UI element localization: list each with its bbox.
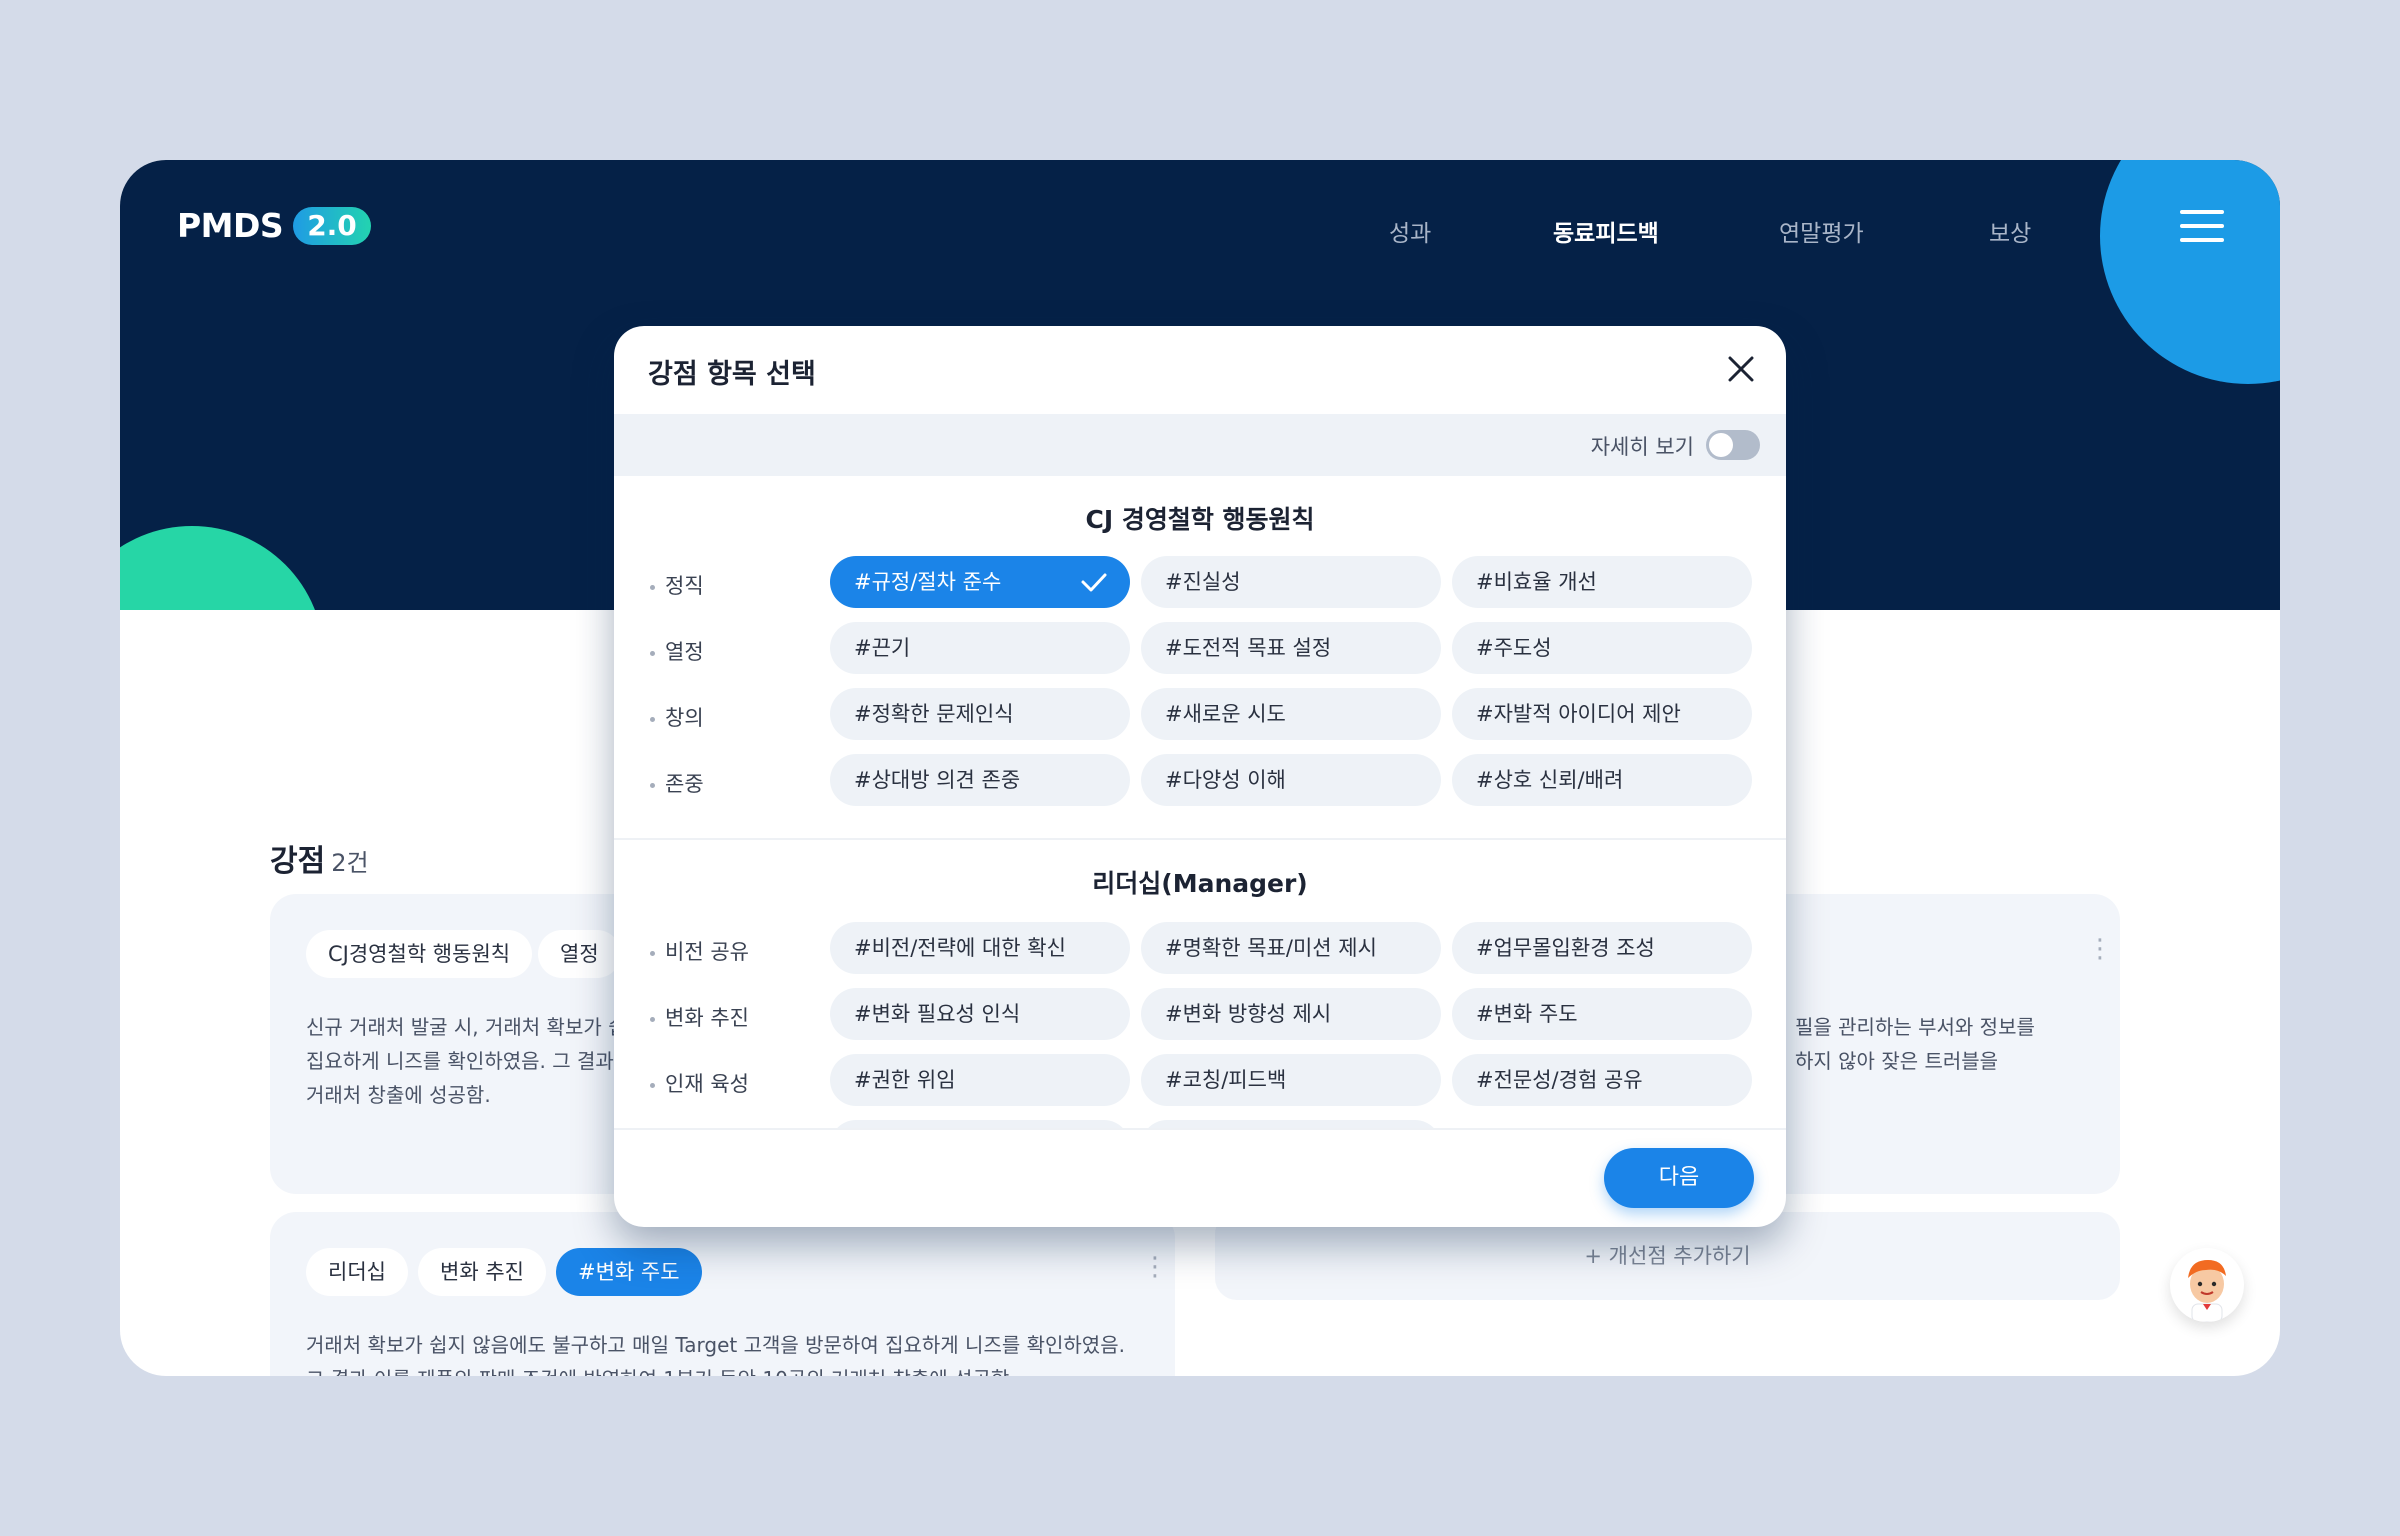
row-label: 인재 육성 (650, 1068, 749, 1098)
close-icon[interactable] (1724, 352, 1758, 386)
logo-text: PMDS (177, 206, 284, 245)
card-category-chip: 리더십 (306, 1248, 408, 1296)
card-description: 거래처 확보가 쉽지 않음에도 불구하고 매일 Target 고객을 방문하여 … (306, 1333, 1125, 1376)
card-subcategory-chip: 변화 추진 (418, 1248, 546, 1296)
section-title: 강점 2건 (270, 844, 369, 879)
option-chip[interactable]: #전문성/경험 공유 (1452, 1054, 1752, 1106)
option-chip[interactable]: #진실성 (1141, 556, 1441, 608)
option-chip[interactable]: #새로운 시도 (1141, 688, 1441, 740)
option-chip[interactable]: #변화 주도 (1452, 988, 1752, 1040)
option-chip[interactable]: #명확한 목표/미션 제시 (1141, 922, 1441, 974)
version-badge: 2.0 (293, 206, 371, 245)
nav-item-compensation[interactable]: 보상 (1989, 214, 2031, 248)
card-subcategory-chip: 열정 (538, 930, 621, 978)
option-chip[interactable]: #업무몰입환경 조성 (1452, 922, 1752, 974)
card-tag-chip: #변화 주도 (556, 1248, 702, 1296)
row-label: 비전 공유 (650, 936, 749, 966)
group-title-leadership: 리더십(Manager) (1092, 869, 1308, 898)
chatbot-avatar[interactable] (2170, 1248, 2244, 1322)
nav-item-year-end-review[interactable]: 연말평가 (1779, 214, 1864, 248)
more-options-icon[interactable]: ⋮ (2087, 934, 2113, 964)
detail-toggle-bar: 자세히 보기 (614, 414, 1786, 476)
strength-selection-modal: 강점 항목 선택 자세히 보기 CJ 경영철학 행동원칙 정직 #규정/절차 준… (614, 326, 1786, 1227)
detail-toggle-switch[interactable] (1706, 430, 1760, 460)
next-button[interactable]: 다음 (1604, 1148, 1754, 1208)
avatar-icon (2188, 1260, 2226, 1322)
row-label: 변화 추진 (650, 1002, 749, 1032)
card-description: 신규 거래처 발굴 시, 거래처 확보가 쉽 집요하게 니즈를 확인하였음. 그… (306, 1015, 627, 1107)
option-chip-partial[interactable] (1141, 1120, 1441, 1128)
modal-title: 강점 항목 선택 (648, 359, 816, 390)
nav-item-peer-feedback[interactable]: 동료피드백 (1553, 214, 1659, 248)
decor-circle-blue (2100, 160, 2280, 384)
strength-card: 리더십 변화 추진 #변화 주도 ⋮ 거래처 확보가 쉽지 않음에도 불구하고 … (270, 1212, 1175, 1376)
option-chip[interactable]: #자발적 아이디어 제안 (1452, 688, 1752, 740)
decor-circle-green (120, 526, 324, 610)
section-count: 2건 (331, 849, 369, 877)
option-chip[interactable]: #정확한 문제인식 (830, 688, 1130, 740)
detail-toggle-label: 자세히 보기 (1590, 435, 1694, 459)
nav-item-performance[interactable]: 성과 (1389, 214, 1431, 248)
option-chip[interactable]: #주도성 (1452, 622, 1752, 674)
hamburger-menu-icon[interactable] (2180, 210, 2224, 246)
option-chip[interactable]: #규정/절차 준수 (830, 556, 1130, 608)
card-description: 필을 관리하는 부서와 정보를 하지 않아 잦은 트러블을 (1795, 1015, 2035, 1073)
option-chip[interactable]: #도전적 목표 설정 (1141, 622, 1441, 674)
modal-footer: 다음 (614, 1128, 1786, 1227)
card-category-chip: CJ경영철학 행동원칙 (306, 930, 533, 978)
logo[interactable]: PMDS 2.0 (177, 206, 371, 245)
option-chip[interactable]: #상대방 의견 존중 (830, 754, 1130, 806)
option-chip[interactable]: #변화 방향성 제시 (1141, 988, 1441, 1040)
option-list[interactable]: CJ 경영철학 행동원칙 정직 #규정/절차 준수 #진실성 #비효율 개선 열… (614, 476, 1786, 1128)
row-label: 정직 (650, 570, 704, 600)
option-chip[interactable]: #변화 필요성 인식 (830, 988, 1130, 1040)
check-icon (1081, 573, 1107, 592)
row-label: 존중 (650, 768, 704, 798)
option-chip[interactable]: #권한 위임 (830, 1054, 1130, 1106)
group-title-philosophy: CJ 경영철학 행동원칙 (1085, 505, 1315, 534)
option-chip[interactable]: #코칭/피드백 (1141, 1054, 1441, 1106)
row-label: 열정 (650, 636, 704, 666)
option-chip[interactable]: #다양성 이해 (1141, 754, 1441, 806)
option-chip[interactable]: #상호 신뢰/배려 (1452, 754, 1752, 806)
more-options-icon[interactable]: ⋮ (1142, 1252, 1168, 1282)
option-chip[interactable]: #비효율 개선 (1452, 556, 1752, 608)
option-chip[interactable]: #끈기 (830, 622, 1130, 674)
option-chip[interactable]: #비전/전략에 대한 확신 (830, 922, 1130, 974)
group-divider (614, 838, 1786, 840)
option-chip-partial[interactable] (830, 1120, 1130, 1128)
row-label: 창의 (650, 702, 704, 732)
